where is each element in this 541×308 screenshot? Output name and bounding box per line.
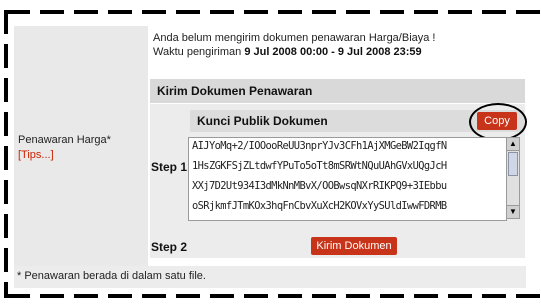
scroll-up-arrow-icon[interactable]: ▲ bbox=[507, 138, 519, 151]
key-line: 1HsZGKFSjZLtdwfYPuTo5oTt8mSRWtNQuUAhGVxU… bbox=[192, 160, 447, 172]
copy-highlight-circle bbox=[469, 103, 527, 141]
notice-send-window: Waktu pengiriman 9 Jul 2008 00:00 - 9 Ju… bbox=[153, 46, 422, 58]
notice-not-sent: Anda belum mengirim dokumen penawaran Ha… bbox=[153, 32, 436, 44]
dashed-frame-left bbox=[4, 10, 8, 298]
dashed-frame-top bbox=[6, 10, 541, 14]
kirim-title: Kirim Dokumen Penawaran bbox=[157, 84, 313, 98]
step2-label: Step 2 bbox=[151, 240, 188, 254]
footnote-text: * Penawaran berada di dalam satu file. bbox=[17, 270, 206, 282]
tips-link[interactable]: [Tips...] bbox=[18, 149, 54, 161]
dashed-frame-bottom bbox=[6, 294, 541, 298]
kirim-dokumen-button[interactable]: Kirim Dokumen bbox=[311, 237, 397, 255]
key-line: oSRjkmfJTmKOx3hqFnCbvXuXcH2KOVxYySUldIww… bbox=[192, 200, 447, 212]
penawaran-harga-label: Penawaran Harga* bbox=[18, 134, 111, 146]
step1-label: Step 1 bbox=[151, 160, 188, 174]
key-line: AIJYoMq+2/IOOooReUU3nprYJv3CFh1AjXMGeBW2… bbox=[192, 140, 447, 152]
send-window-range: 9 Jul 2008 00:00 - 9 Jul 2008 23:59 bbox=[244, 46, 422, 58]
scroll-thumb[interactable] bbox=[508, 152, 518, 176]
kunci-publik-title: Kunci Publik Dokumen bbox=[197, 114, 328, 128]
scroll-down-arrow-icon[interactable]: ▼ bbox=[507, 205, 519, 218]
send-window-prefix: Waktu pengiriman bbox=[153, 46, 245, 58]
key-line: XXj7D2Ut934I3dMkNnMBvX/OOBwsqNXrRIKPQ9+3… bbox=[192, 180, 447, 192]
key-scrollbar[interactable]: ▲ ▼ bbox=[506, 137, 520, 219]
public-key-textarea[interactable]: AIJYoMq+2/IOOooReUU3nprYJv3CFh1AjXMGeBW2… bbox=[188, 137, 507, 221]
